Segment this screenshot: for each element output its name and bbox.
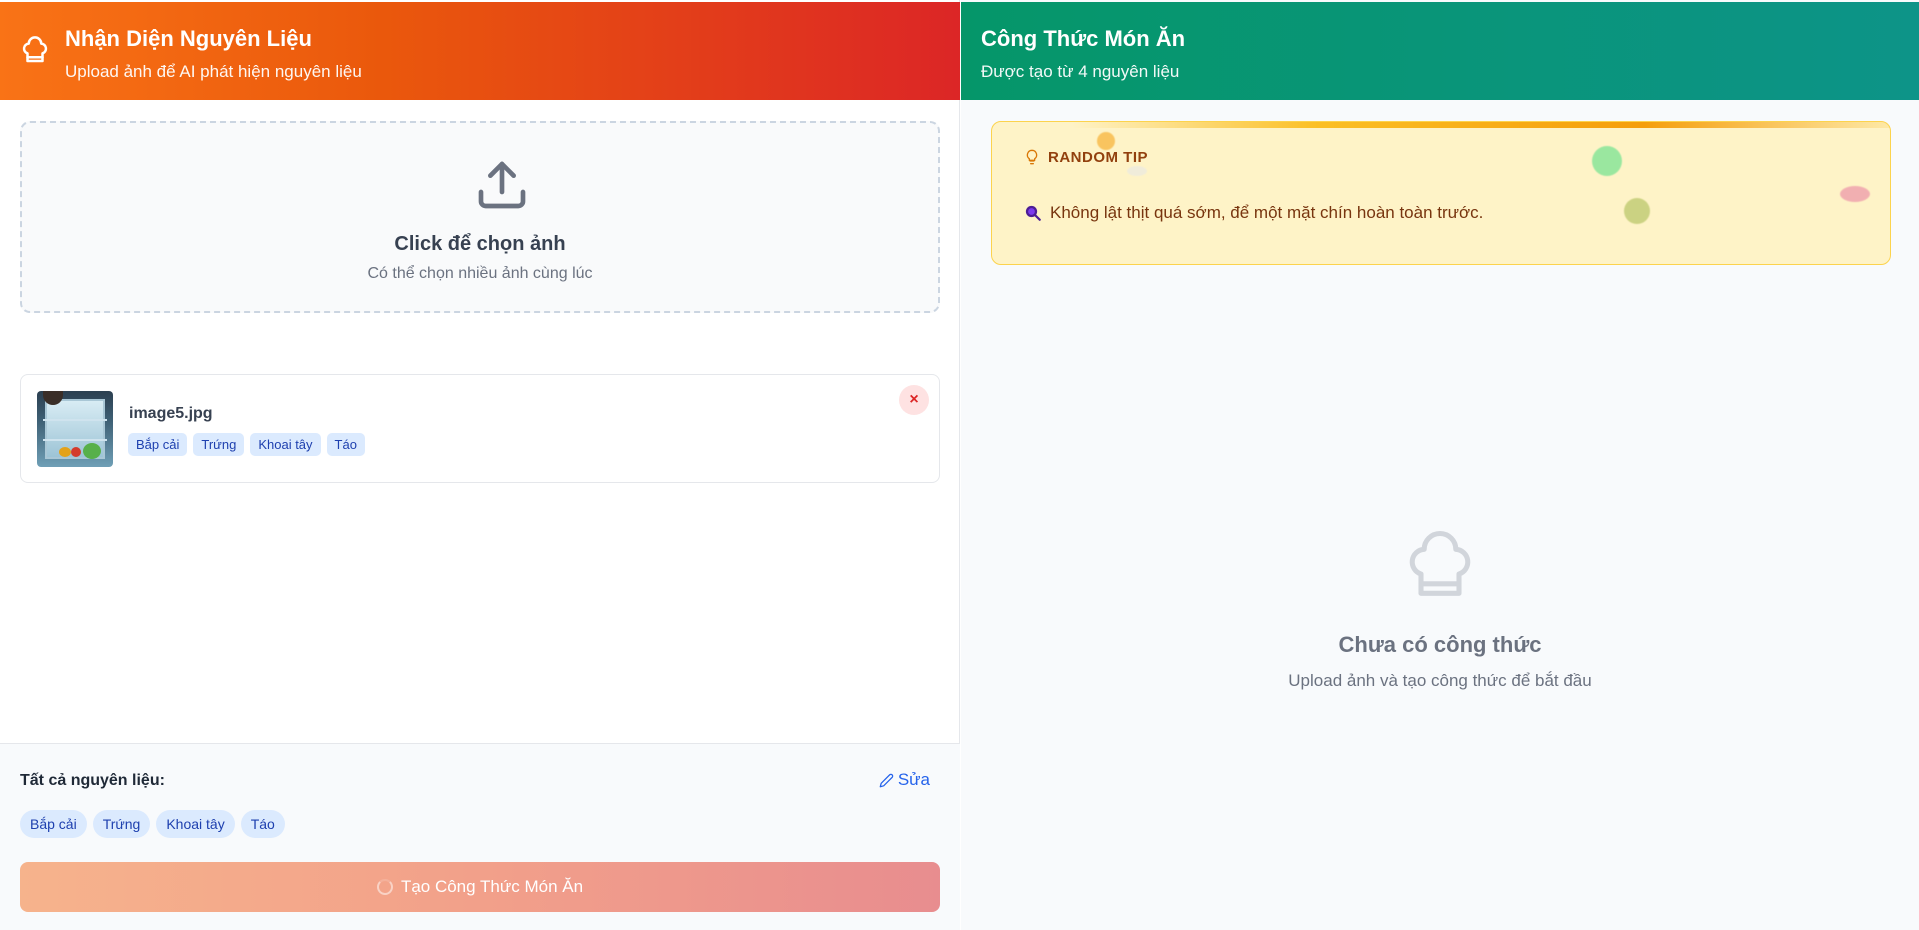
tip-label: RANDOM TIP [1048, 148, 1148, 166]
tip-accent-bar [1072, 122, 1890, 128]
ingredient-detection-panel: Nhận Diện Nguyên Liệu Upload ảnh để AI p… [0, 0, 960, 930]
ingredient-tag: Khoai tây [250, 433, 321, 456]
ingredient-pill: Bắp cải [20, 810, 87, 838]
image-upload-dropzone[interactable]: Click để chọn ảnh Có thể chọn nhiều ảnh … [20, 121, 940, 313]
image-file-name: image5.jpg [129, 405, 213, 422]
cabbage-shape [83, 443, 101, 459]
ingredient-tag: Táo [326, 433, 365, 456]
right-panel-subtitle: Được tạo từ 4 nguyên liệu [981, 62, 1180, 81]
app-root: Nhận Diện Nguyên Liệu Upload ảnh để AI p… [0, 0, 1919, 930]
deco-food-icon [1840, 186, 1870, 202]
tip-header: RANDOM TIP [1024, 148, 1148, 166]
pencil-icon [879, 773, 894, 787]
right-panel-header: Công Thức Món Ăn Được tạo từ 4 nguyên li… [961, 2, 1919, 100]
ingredient-pill: Trứng [92, 810, 151, 838]
image-ingredient-tags: Bắp cải Trứng Khoai tây Táo [128, 433, 365, 456]
all-ingredient-tags: Bắp cải Trứng Khoai tây Táo [20, 810, 285, 838]
recipe-panel: Công Thức Món Ăn Được tạo từ 4 nguyên li… [961, 0, 1919, 930]
create-recipe-button[interactable]: Tạo Công Thức Món Ăn [20, 862, 940, 912]
create-recipe-label: Tạo Công Thức Món Ăn [400, 877, 584, 896]
loading-spinner-icon [376, 879, 393, 895]
tip-text: Không lật thịt quá sớm, để một mặt chín … [1050, 203, 1484, 222]
fridge-shelf [43, 439, 107, 441]
fridge-shelf [43, 419, 107, 421]
left-panel-header: Nhận Diện Nguyên Liệu Upload ảnh để AI p… [0, 2, 960, 100]
left-panel-subtitle: Upload ảnh để AI phát hiện nguyên liệu [65, 62, 362, 81]
ingredient-pill: Khoai tây [156, 810, 235, 838]
chef-hat-icon [22, 36, 48, 63]
deco-food-icon [1127, 166, 1147, 176]
left-panel-title: Nhận Diện Nguyên Liệu [65, 26, 312, 51]
deco-food-icon [1624, 198, 1650, 224]
random-tip-card: RANDOM TIP Không lật thịt quá sớm, để mộ… [991, 121, 1891, 265]
empty-state-subtitle: Upload ảnh và tạo công thức để bắt đầu [1288, 671, 1592, 690]
dropzone-subtitle: Có thể chọn nhiều ảnh cùng lúc [367, 265, 593, 282]
right-panel-title: Công Thức Món Ăn [981, 26, 1186, 51]
edit-ingredients-button[interactable]: Sửa [879, 770, 930, 790]
remove-image-button[interactable]: × [899, 385, 929, 415]
image-thumbnail [37, 391, 113, 467]
deco-food-icon [1592, 146, 1622, 176]
upload-icon [478, 161, 526, 209]
chef-hat-icon [1409, 530, 1471, 596]
dropzone-title: Click để chọn ảnh [394, 233, 566, 255]
all-ingredients-label: Tất cả nguyên liệu: [20, 772, 165, 789]
uploaded-image-card: image5.jpg Bắp cải Trứng Khoai tây Táo × [20, 374, 940, 483]
empty-state-title: Chưa có công thức [1338, 632, 1542, 657]
apple-shape [71, 447, 81, 457]
ingredient-tag: Trứng [193, 433, 245, 456]
potato-shape [59, 447, 71, 457]
ingredient-pill: Táo [240, 810, 285, 838]
lightbulb-icon [1026, 149, 1038, 165]
edit-label: Sửa [897, 770, 930, 789]
all-ingredients-section: Tất cả nguyên liệu: Sửa Bắp cải Trứng Kh… [0, 743, 960, 930]
tip-content: Không lật thịt quá sớm, để một mặt chín … [1024, 203, 1483, 223]
ingredient-tag: Bắp cải [128, 433, 188, 456]
magnifier-icon [1025, 205, 1041, 221]
